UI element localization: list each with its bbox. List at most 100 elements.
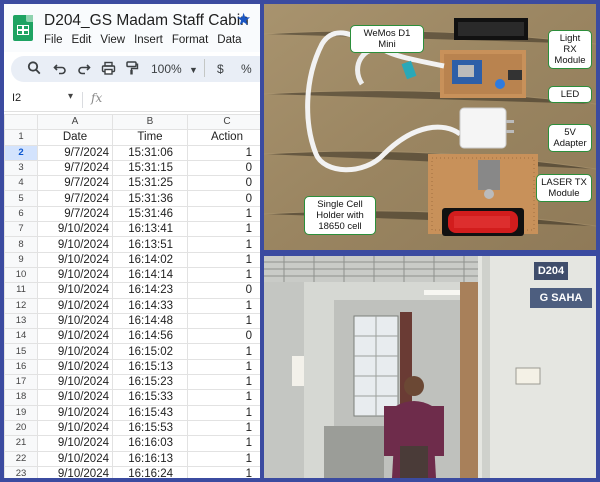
cell-date[interactable]: 9/10/2024 (37, 297, 113, 314)
header-cell-date[interactable]: Date (37, 129, 113, 146)
cell-date[interactable]: 9/7/2024 (37, 190, 113, 207)
cell-date[interactable]: 9/10/2024 (37, 435, 113, 452)
row-header[interactable]: 1 (4, 129, 38, 146)
header-cell-time[interactable]: Time (112, 129, 188, 146)
cell-date[interactable]: 9/10/2024 (37, 358, 113, 376)
row-header[interactable]: 8 (4, 236, 38, 253)
cell-date[interactable]: 9/10/2024 (37, 282, 113, 299)
cell-action[interactable]: 0 (187, 328, 260, 345)
cell-time[interactable]: 16:15:53 (112, 419, 188, 437)
undo-icon[interactable] (53, 60, 67, 76)
row-header[interactable]: 16 (4, 358, 38, 376)
cell-action[interactable]: 1 (187, 404, 260, 421)
cell-time[interactable]: 16:16:24 (112, 465, 188, 478)
row-header[interactable]: 18 (4, 389, 38, 406)
cell-action[interactable]: 1 (187, 221, 260, 238)
header-cell-action[interactable]: Action (187, 129, 260, 146)
cell-time[interactable]: 16:14:23 (112, 282, 188, 299)
cell-time[interactable]: 16:14:02 (112, 251, 188, 268)
star-icon[interactable]: ★ (236, 10, 251, 30)
cell-action[interactable]: 1 (187, 343, 260, 360)
cell-action[interactable]: 1 (187, 435, 260, 452)
cell-time[interactable]: 16:15:43 (112, 404, 188, 421)
cell-date[interactable]: 9/10/2024 (37, 404, 113, 421)
cell-date[interactable]: 9/10/2024 (37, 343, 113, 360)
cell-action[interactable]: 1 (187, 236, 260, 253)
percent-format-button[interactable]: % (241, 60, 252, 78)
cell-action[interactable]: 1 (187, 312, 260, 330)
cell-date[interactable]: 9/10/2024 (37, 389, 113, 406)
select-all-corner[interactable] (4, 114, 38, 131)
row-header[interactable]: 9 (4, 251, 38, 268)
cell-action[interactable]: 1 (187, 419, 260, 437)
paint-format-icon[interactable] (125, 60, 139, 76)
cell-time[interactable]: 16:14:48 (112, 312, 188, 330)
chevron-down-icon[interactable]: ▼ (189, 61, 198, 79)
cell-action[interactable]: 0 (187, 282, 260, 299)
cell-time[interactable]: 15:31:25 (112, 175, 188, 192)
cell-action[interactable]: 1 (187, 205, 260, 223)
row-header[interactable]: 12 (4, 297, 38, 314)
menu-insert[interactable]: Insert (134, 34, 163, 46)
row-header[interactable]: 11 (4, 282, 38, 299)
cell-time[interactable]: 15:31:36 (112, 190, 188, 207)
cell-date[interactable]: 9/7/2024 (37, 144, 113, 161)
cell-time[interactable]: 16:15:02 (112, 343, 188, 360)
row-header[interactable]: 7 (4, 221, 38, 238)
cell-date[interactable]: 9/10/2024 (37, 221, 113, 238)
column-header-a[interactable]: A (37, 114, 113, 131)
cell-date[interactable]: 9/10/2024 (37, 328, 113, 345)
cell-time[interactable]: 16:14:33 (112, 297, 188, 314)
cell-action[interactable]: 1 (187, 144, 260, 161)
row-header[interactable]: 14 (4, 328, 38, 345)
cell-date[interactable]: 9/10/2024 (37, 450, 113, 467)
row-header[interactable]: 10 (4, 266, 38, 284)
row-header[interactable]: 13 (4, 312, 38, 330)
column-header-b[interactable]: B (112, 114, 188, 131)
cell-action[interactable]: 1 (187, 251, 260, 268)
name-box[interactable]: I2 (12, 92, 21, 104)
cell-action[interactable]: 1 (187, 374, 260, 391)
row-header[interactable]: 2 (4, 144, 38, 161)
cell-grid[interactable]: A B C 1 Date Time Action 2 9/7/2024 15:31:… (4, 114, 260, 478)
row-header[interactable]: 6 (4, 205, 38, 223)
cell-action[interactable]: 0 (187, 190, 260, 207)
cell-time[interactable]: 16:15:23 (112, 374, 188, 391)
menu-edit[interactable]: Edit (72, 34, 92, 46)
cell-date[interactable]: 9/7/2024 (37, 205, 113, 223)
cell-time[interactable]: 16:13:51 (112, 236, 188, 253)
row-header[interactable]: 19 (4, 404, 38, 421)
cell-time[interactable]: 16:15:33 (112, 389, 188, 406)
cell-time[interactable]: 15:31:06 (112, 144, 188, 161)
cell-action[interactable]: 1 (187, 450, 260, 467)
cell-action[interactable]: 1 (187, 358, 260, 376)
print-icon[interactable] (101, 60, 116, 76)
cell-action[interactable]: 1 (187, 465, 260, 478)
row-header[interactable]: 23 (4, 465, 38, 478)
row-header[interactable]: 20 (4, 419, 38, 437)
row-header[interactable]: 5 (4, 190, 38, 207)
cell-date[interactable]: 9/10/2024 (37, 266, 113, 284)
cell-action[interactable]: 1 (187, 297, 260, 314)
cell-time[interactable]: 16:14:56 (112, 328, 188, 345)
search-icon[interactable] (27, 60, 41, 76)
row-header[interactable]: 15 (4, 343, 38, 360)
cell-time[interactable]: 16:16:03 (112, 435, 188, 452)
column-header-c[interactable]: C (187, 114, 260, 131)
sheets-logo-icon[interactable] (13, 15, 33, 41)
menu-data[interactable]: Data (217, 34, 241, 46)
cell-date[interactable]: 9/10/2024 (37, 251, 113, 268)
cell-action[interactable]: 1 (187, 266, 260, 284)
menu-file[interactable]: File (44, 34, 63, 46)
cell-time[interactable]: 15:31:15 (112, 159, 188, 177)
zoom-select[interactable]: 100% (151, 60, 182, 78)
cell-action[interactable]: 0 (187, 159, 260, 177)
cell-date[interactable]: 9/10/2024 (37, 236, 113, 253)
cell-time[interactable]: 16:14:14 (112, 266, 188, 284)
cell-date[interactable]: 9/10/2024 (37, 465, 113, 478)
cell-time[interactable]: 16:15:13 (112, 358, 188, 376)
cell-date[interactable]: 9/10/2024 (37, 374, 113, 391)
cell-date[interactable]: 9/7/2024 (37, 159, 113, 177)
cell-time[interactable]: 16:13:41 (112, 221, 188, 238)
cell-action[interactable]: 1 (187, 389, 260, 406)
